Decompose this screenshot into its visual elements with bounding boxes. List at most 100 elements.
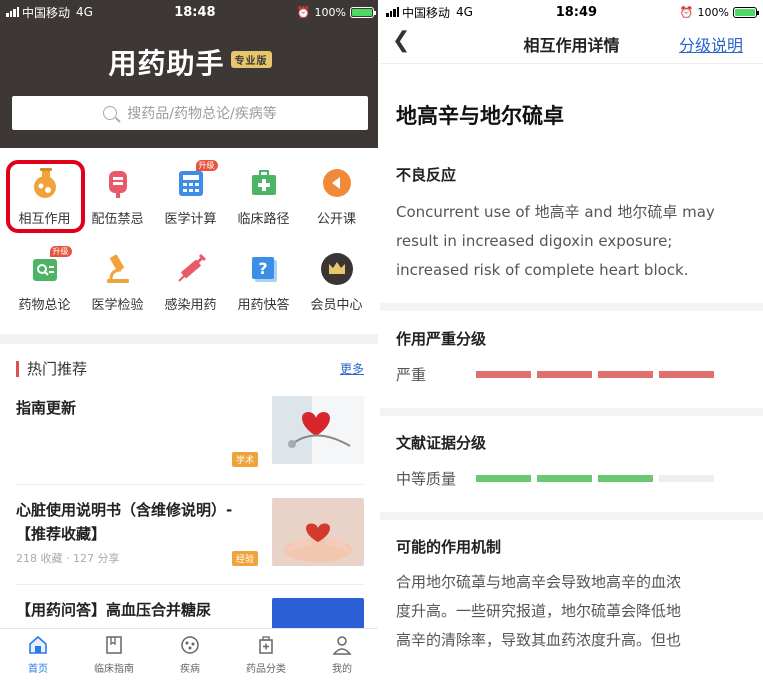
upgrade-badge: 升级 <box>49 246 72 257</box>
battery-label: 100% <box>697 5 729 19</box>
section-divider <box>0 334 380 344</box>
feature-label: 用药快答 <box>237 298 290 313</box>
evidence-heading: 文献证据分级 <box>396 434 487 452</box>
tab-drug-category[interactable]: 药品分类 <box>228 629 304 680</box>
hot-section-header: 热门推荐 更多 <box>16 358 364 379</box>
search-icon <box>103 106 118 120</box>
article-thumbnail: 用药 <box>272 598 364 628</box>
carrier-label: 中国移动 <box>22 5 71 20</box>
interaction-title: 地高辛与地尔硫卓 <box>396 104 564 128</box>
app-header: 中国移动 4G 18:48 ⏰ 100% 用药助手 专业版 搜药品/药物总论/疾病… <box>0 0 380 148</box>
evidence-segment <box>659 475 714 482</box>
tab-home[interactable]: 首页 <box>0 629 76 680</box>
disease-icon <box>179 634 201 656</box>
feature-open-course[interactable]: 公开课 <box>300 158 373 234</box>
article-thumbnail <box>272 498 364 566</box>
home-screen: 中国移动 4G 18:48 ⏰ 100% 用药助手 专业版 搜药品/药物总论/疾病… <box>0 0 380 680</box>
severity-heading: 作用严重分级 <box>396 330 487 348</box>
severity-level: 严重 <box>396 364 747 385</box>
svg-text:?: ? <box>258 259 267 278</box>
feature-clinical-path[interactable]: 临床路径 <box>227 158 300 234</box>
guide-book-icon <box>103 634 125 656</box>
grading-info-link[interactable]: 分级说明 <box>679 32 743 56</box>
feature-label: 药物总论 <box>18 298 71 313</box>
article-item[interactable]: 指南更新 学术 <box>16 396 364 476</box>
app-title-wrap: 用药助手 专业版 <box>0 42 380 82</box>
carrier-label: 中国移动 <box>402 5 451 20</box>
feature-member-center[interactable]: 会员中心 <box>300 244 373 320</box>
feature-infection-drugs[interactable]: 感染用药 <box>154 244 227 320</box>
tab-label: 药品分类 <box>246 664 286 675</box>
mechanism-line: 高辛的清除率，导致其血药浓度升高。但也 <box>396 631 682 649</box>
feature-drug-overview[interactable]: 升级 药物总论 <box>8 244 81 320</box>
divider <box>16 584 364 585</box>
evidence-bar <box>476 475 714 482</box>
adverse-line: result in increased digoxin exposure; <box>396 232 673 250</box>
evidence-label: 中等质量 <box>396 470 457 488</box>
evidence-segment <box>537 475 592 482</box>
feature-label: 临床路径 <box>237 212 290 227</box>
calculator-icon: 升级 <box>174 160 218 200</box>
article-tag: 经验 <box>231 551 258 566</box>
feature-label: 配伍禁忌 <box>91 212 144 227</box>
feature-lab-test[interactable]: 医学检验 <box>81 244 154 320</box>
feature-label: 感染用药 <box>164 298 217 313</box>
app-title: 用药助手 <box>108 47 225 80</box>
selection-highlight <box>6 160 85 233</box>
mechanism-text: 合用地尔硫䓬与地高辛会导致地高辛的血浓 度升高。一些研究报道，地尔硫䓬会降低地 … <box>396 568 747 655</box>
tab-disease[interactable]: 疾病 <box>152 629 228 680</box>
article-thumbnail <box>272 396 364 464</box>
severity-bar <box>476 371 714 378</box>
signal-icon <box>386 7 399 17</box>
home-icon <box>27 634 49 656</box>
severity-segment <box>476 371 531 378</box>
evidence-segment <box>598 475 653 482</box>
feature-quick-answer[interactable]: ? 用药快答 <box>227 244 300 320</box>
article-title: 心脏使用说明书（含维修说明）-【推荐收藏】 <box>16 501 233 543</box>
user-icon <box>331 634 353 656</box>
severity-segment <box>598 371 653 378</box>
tab-label: 首页 <box>28 664 48 675</box>
severity-segment <box>537 371 592 378</box>
nav-bar: ❮ 相互作用详情 分级说明 <box>380 24 763 64</box>
section-divider <box>380 512 763 520</box>
article-tag: 学术 <box>231 452 258 467</box>
mechanism-line: 合用地尔硫䓬与地高辛会导致地高辛的血浓 <box>396 573 682 591</box>
first-aid-kit-icon <box>247 166 281 200</box>
feature-calculator[interactable]: 升级 医学计算 <box>154 158 227 234</box>
section-marker <box>16 360 19 377</box>
pro-badge: 专业版 <box>230 50 272 68</box>
alarm-icon: ⏰ <box>679 5 694 19</box>
more-link[interactable]: 更多 <box>340 360 364 377</box>
search-input[interactable]: 搜药品/药物总论/疾病等 <box>12 96 368 130</box>
status-bar: 中国移动 4G 18:49 ⏰ 100% <box>380 0 763 24</box>
question-icon: ? <box>247 252 281 286</box>
adverse-line: increased risk of complete heart block. <box>396 261 689 279</box>
mechanism-heading: 可能的作用机制 <box>396 538 502 556</box>
detail-screen: 中国移动 4G 18:49 ⏰ 100% ❮ 相互作用详情 分级说明 地高辛与地… <box>380 0 763 680</box>
crown-icon <box>320 252 354 286</box>
tab-label: 疾病 <box>180 664 200 675</box>
article-meta: 218 收藏 · 127 分享 <box>16 552 120 565</box>
battery-icon <box>350 6 376 18</box>
article-item[interactable]: 【用药问答】高血压合并糖尿 用药 <box>16 598 364 628</box>
article-title: 【用药问答】高血压合并糖尿 <box>16 601 212 619</box>
feature-label: 会员中心 <box>310 298 363 313</box>
mechanism-line: 度升高。一些研究报道，地尔硫䓬会降低地 <box>396 602 682 620</box>
tab-mine[interactable]: 我的 <box>304 629 380 680</box>
feature-label: 公开课 <box>316 212 356 227</box>
feature-label: 医学计算 <box>164 212 217 227</box>
article-title: 指南更新 <box>16 399 77 417</box>
feature-incompatibility[interactable]: 配伍禁忌 <box>81 158 154 234</box>
battery-icon <box>733 6 759 18</box>
severity-label: 严重 <box>396 366 427 384</box>
hot-title: 热门推荐 <box>27 360 88 378</box>
back-chevron-icon[interactable]: ❮ <box>392 28 410 53</box>
severity-segment <box>659 371 714 378</box>
article-item[interactable]: 心脏使用说明书（含维修说明）-【推荐收藏】 218 收藏 · 127 分享 经验 <box>16 498 364 574</box>
tab-clinical-guide[interactable]: 临床指南 <box>76 629 152 680</box>
play-icon <box>320 166 354 200</box>
adverse-line: Concurrent use of 地高辛 and 地尔硫卓 may <box>396 203 715 221</box>
battery-label: 100% <box>314 5 346 19</box>
alarm-icon: ⏰ <box>296 5 311 19</box>
